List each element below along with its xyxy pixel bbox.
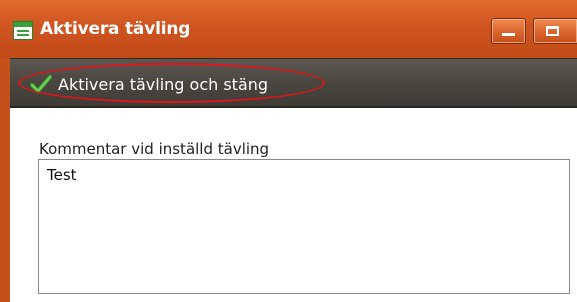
minimize-icon [502,33,515,36]
activate-and-close-label: Aktivera tävling och stäng [58,74,269,94]
form-document-icon [13,21,33,40]
comment-textarea[interactable]: Test [38,159,570,294]
maximize-icon [546,26,559,36]
maximize-button[interactable] [533,18,577,44]
activate-and-close-button[interactable]: Aktivera tävling och stäng [30,69,268,99]
comment-label: Kommentar vid inställd tävling [39,140,270,158]
title-bar: Aktivera tävling [0,0,577,58]
green-checkmark-icon [30,74,52,94]
window-title: Aktivera tävling [40,19,191,39]
minimize-button[interactable] [491,18,526,44]
toolbar: Aktivera tävling och stäng [10,58,577,108]
